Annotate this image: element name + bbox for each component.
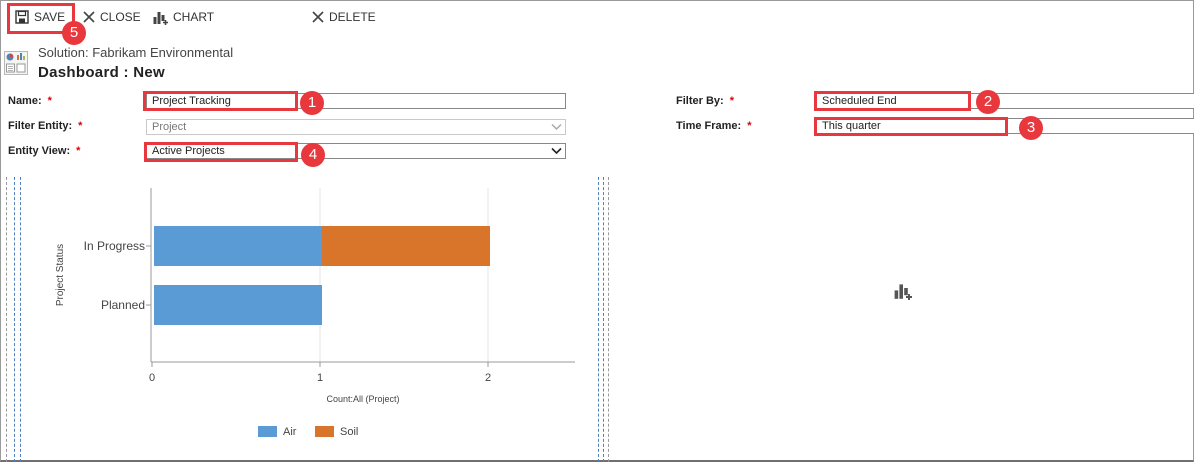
filter-by-highlight-box bbox=[814, 91, 971, 111]
required-marker: * bbox=[729, 95, 734, 107]
bar-air bbox=[154, 226, 322, 266]
x-axis-title: Count:All (Project) bbox=[326, 394, 399, 404]
x-tick-label: 1 bbox=[317, 372, 323, 384]
legend-swatch bbox=[315, 426, 334, 437]
add-chart-placeholder-icon[interactable] bbox=[894, 282, 912, 300]
y-tick-label: In Progress bbox=[84, 239, 145, 253]
x-tick-label: 0 bbox=[149, 372, 155, 384]
callout-3: 3 bbox=[1019, 116, 1043, 140]
column-divider bbox=[608, 177, 609, 462]
bar-soil bbox=[322, 226, 490, 266]
bar-air bbox=[154, 285, 322, 325]
project-status-chart[interactable]: 0 1 2 In Progress Planned Project Status Cou… bbox=[0, 0, 600, 462]
legend-swatch bbox=[258, 426, 277, 437]
y-axis-title: Project Status bbox=[55, 244, 66, 306]
filter-by-label-text: Filter By: bbox=[676, 95, 724, 107]
required-marker: * bbox=[747, 120, 752, 132]
time-frame-highlight-box bbox=[814, 117, 1008, 136]
filter-by-field-label: Filter By: * bbox=[676, 95, 734, 107]
column-divider bbox=[603, 177, 604, 462]
legend-label: Soil bbox=[340, 426, 358, 438]
time-frame-field-label: Time Frame: * bbox=[676, 120, 752, 132]
time-frame-label-text: Time Frame: bbox=[676, 120, 742, 132]
legend-label: Air bbox=[283, 426, 297, 438]
callout-2: 2 bbox=[976, 90, 1000, 114]
x-tick-label: 2 bbox=[485, 372, 491, 384]
y-tick-label: Planned bbox=[101, 298, 145, 312]
